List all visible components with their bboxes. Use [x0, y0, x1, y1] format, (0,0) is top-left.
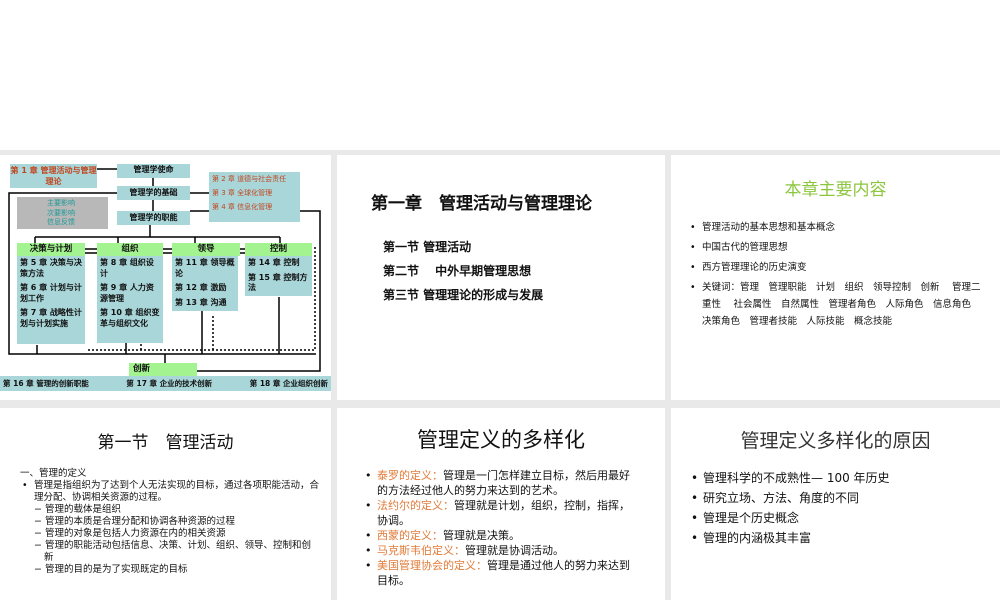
chapter-item: 第 10 章 组织变革与组织文化: [100, 308, 160, 328]
chapter-16: 第 16 章 管理的创新职能: [3, 379, 89, 388]
slide-title: 管理定义多样化的原因: [740, 430, 931, 452]
chapter-item: 第 8 章 组织设计: [100, 258, 154, 278]
list-item: 中国古代的管理思想: [688, 239, 988, 256]
chapter-item: 第 11 章 领导概论: [175, 258, 235, 278]
slide-thumbnail-diagram[interactable]: 第 1 章 管理活动与管理理论 管理学使命 管理学的基础 管理学的职能 主要影响…: [0, 155, 331, 400]
section-item: 第三节 管理理论的形成与发展: [383, 288, 544, 302]
slide-body: 一、管理的定义 管理是指组织为了达到个人无法实现的目标，通过各项职能活动，合理分…: [20, 468, 320, 576]
column-controlling-header: 控制: [245, 243, 312, 256]
list-item: 西方管理理论的历史演变: [688, 259, 988, 276]
legend-box: 主要影响 次要影响 信息反馈: [17, 197, 108, 229]
list-item: 研究立场、方法、角度的不同: [689, 488, 989, 508]
column-planning: 第 5 章 决策与决策方法 第 6 章 计划与计划工作 第 7 章 战略性计划与…: [17, 256, 85, 344]
innovation-box: 创新: [129, 363, 197, 376]
slide-thumbnail-section1[interactable]: 第一节 管理活动 一、管理的定义 管理是指组织为了达到个人无法实现的目标，通过各…: [0, 408, 331, 600]
legend-main: 主要影响: [47, 199, 75, 207]
sub-item: − 管理的职能活动包括信息、决策、计划、组织、领导、控制和创新: [34, 540, 311, 563]
legend-secondary: 次要影响: [47, 208, 75, 217]
sub-text: 管理的目的是为了实现既定的目标: [44, 564, 188, 575]
slide-thumbnail-contents[interactable]: 本章主要内容 管理活动的基本思想和基本概念 中国古代的管理思想 西方管理理论的历…: [671, 155, 1000, 400]
chapters-2-4-box: 第 2 章 道德与社会责任 第 3 章 全球化管理 第 4 章 信息化管理: [209, 172, 300, 222]
item-label: 西蒙的定义：: [377, 529, 443, 542]
section-item: 第二节 中外早期管理思想: [383, 264, 532, 278]
slide-thumbnail-definitions[interactable]: 管理定义的多样化 泰罗的定义：管理是一门怎样建立目标，然后用最好的方法经过他人的…: [337, 408, 665, 600]
list-item: 马克斯韦伯定义：管理就是协调活动。: [363, 543, 639, 558]
heading: 一、管理的定义: [20, 468, 87, 479]
chapter-item: 第 13 章 沟通: [175, 297, 227, 307]
chapter-item: 第 5 章 决策与决策方法: [20, 258, 82, 278]
innovation-chapters-bar: 第 16 章 管理的创新职能 第 17 章 企业的技术创新 第 18 章 企业组…: [0, 376, 331, 391]
sub-item: − 管理的对象是包括人力资源在内的相关资源: [34, 528, 226, 539]
definitions-list: 泰罗的定义：管理是一门怎样建立目标，然后用最好的方法经过他人的努力来达到的艺术。…: [363, 468, 639, 588]
chapter-18: 第 18 章 企业组织创新: [249, 379, 328, 388]
item-label: 泰罗的定义：: [377, 469, 443, 482]
item-label: 马克斯韦伯定义：: [377, 544, 465, 557]
foundation-box: 管理学的基础: [117, 186, 190, 200]
section-item: 第一节 管理活动: [383, 240, 472, 254]
item-text: 管理就是决策。: [443, 529, 520, 542]
legend-feedback: 信息反馈: [47, 218, 75, 226]
slide-title: 管理定义的多样化: [417, 428, 585, 452]
section-list: 第一节 管理活动 第二节 中外早期管理思想 第三节 管理理论的形成与发展: [383, 235, 653, 307]
sub-text: 管理的对象是包括人力资源在内的相关资源: [44, 528, 226, 539]
sub-item: − 管理的目的是为了实现既定的目标: [34, 564, 188, 575]
list-item: 管理科学的不成熟性— 100 年历史: [689, 468, 989, 488]
chapter-17: 第 17 章 企业的技术创新: [126, 379, 213, 388]
item-label: 法约尔的定义：: [377, 499, 454, 512]
reasons-list: 管理科学的不成熟性— 100 年历史 研究立场、方法、角度的不同 管理是个历史概…: [689, 468, 989, 548]
chapter-3: 第 3 章 全球化管理: [212, 189, 273, 197]
chapter-4: 第 4 章 信息化管理: [212, 203, 273, 211]
column-planning-header: 决策与计划: [17, 243, 85, 256]
column-controlling: 第 14 章 控制 第 15 章 控制方法: [245, 256, 312, 296]
chapter-item: 第 9 章 人力资源管理: [100, 283, 154, 303]
slide-title: 第一节 管理活动: [97, 433, 234, 453]
chapter-item: 第 12 章 激励: [175, 283, 227, 292]
column-organizing: 第 8 章 组织设计 第 9 章 人力资源管理 第 10 章 组织变革与组织文化: [97, 256, 163, 343]
sub-item: − 管理的载体是组织: [34, 504, 121, 515]
list-item: 管理活动的基本思想和基本概念: [688, 219, 988, 236]
column-leading-header: 领导: [172, 243, 240, 256]
item-label: 美国管理协会的定义：: [377, 559, 487, 572]
chapter-item: 第 15 章 控制方法: [248, 272, 308, 293]
chapter-item: 第 7 章 战略性计划与计划实施: [20, 308, 82, 328]
column-organizing-header: 组织: [97, 243, 163, 256]
chapter-1-box: 第 1 章 管理活动与管理理论: [10, 164, 97, 188]
chapter-item: 第 6 章 计划与计划工作: [20, 283, 82, 303]
slide-thumbnail-reasons[interactable]: 管理定义多样化的原因 管理科学的不成熟性— 100 年历史 研究立场、方法、角度…: [671, 408, 1000, 600]
list-item: 泰罗的定义：管理是一门怎样建立目标，然后用最好的方法经过他人的努力来达到的艺术。: [363, 468, 639, 498]
list-item: 西蒙的定义：管理就是决策。: [363, 528, 639, 543]
item-text: 管理就是协调活动。: [465, 544, 564, 557]
sub-text: 管理的职能活动包括信息、决策、计划、组织、领导、控制和创新: [44, 540, 311, 563]
sub-text: 管理的本质是合理分配和协调各种资源的过程: [44, 516, 235, 527]
list-item: 关键词：管理 管理职能 计划 组织 领导控制 创新 管理二重性 社会属性 自然属…: [688, 279, 988, 330]
slide-title: 第一章 管理活动与管理理论: [371, 194, 592, 214]
sub-text: 管理的载体是组织: [44, 504, 121, 515]
mission-box: 管理学使命: [117, 164, 190, 178]
list-item: 法约尔的定义：管理就是计划，组织，控制，指挥，协调。: [363, 498, 639, 528]
sub-item: − 管理的本质是合理分配和协调各种资源的过程: [34, 516, 235, 527]
slide-title: 本章主要内容: [784, 180, 887, 200]
list-item: 管理的内涵极其丰富: [689, 528, 989, 548]
contents-list: 管理活动的基本思想和基本概念 中国古代的管理思想 西方管理理论的历史演变 关键词…: [688, 219, 988, 330]
functions-box: 管理学的职能: [117, 211, 190, 225]
chapter-item: 第 14 章 控制: [248, 258, 300, 267]
column-leading: 第 11 章 领导概论 第 12 章 激励 第 13 章 沟通: [172, 256, 238, 311]
list-item: 管理是个历史概念: [689, 508, 989, 528]
top-area: [0, 0, 1000, 150]
list-item: 美国管理协会的定义：管理是通过他人的努力来达到目标。: [363, 558, 639, 588]
list-item: 管理是指组织为了达到个人无法实现的目标，通过各项职能活动，合理分配、协调相关资源…: [20, 480, 320, 504]
chapter-2: 第 2 章 道德与社会责任: [212, 175, 287, 183]
slide-thumbnail-chapter[interactable]: 第一章 管理活动与管理理论 第一节 管理活动 第二节 中外早期管理思想 第三节 …: [337, 155, 665, 400]
